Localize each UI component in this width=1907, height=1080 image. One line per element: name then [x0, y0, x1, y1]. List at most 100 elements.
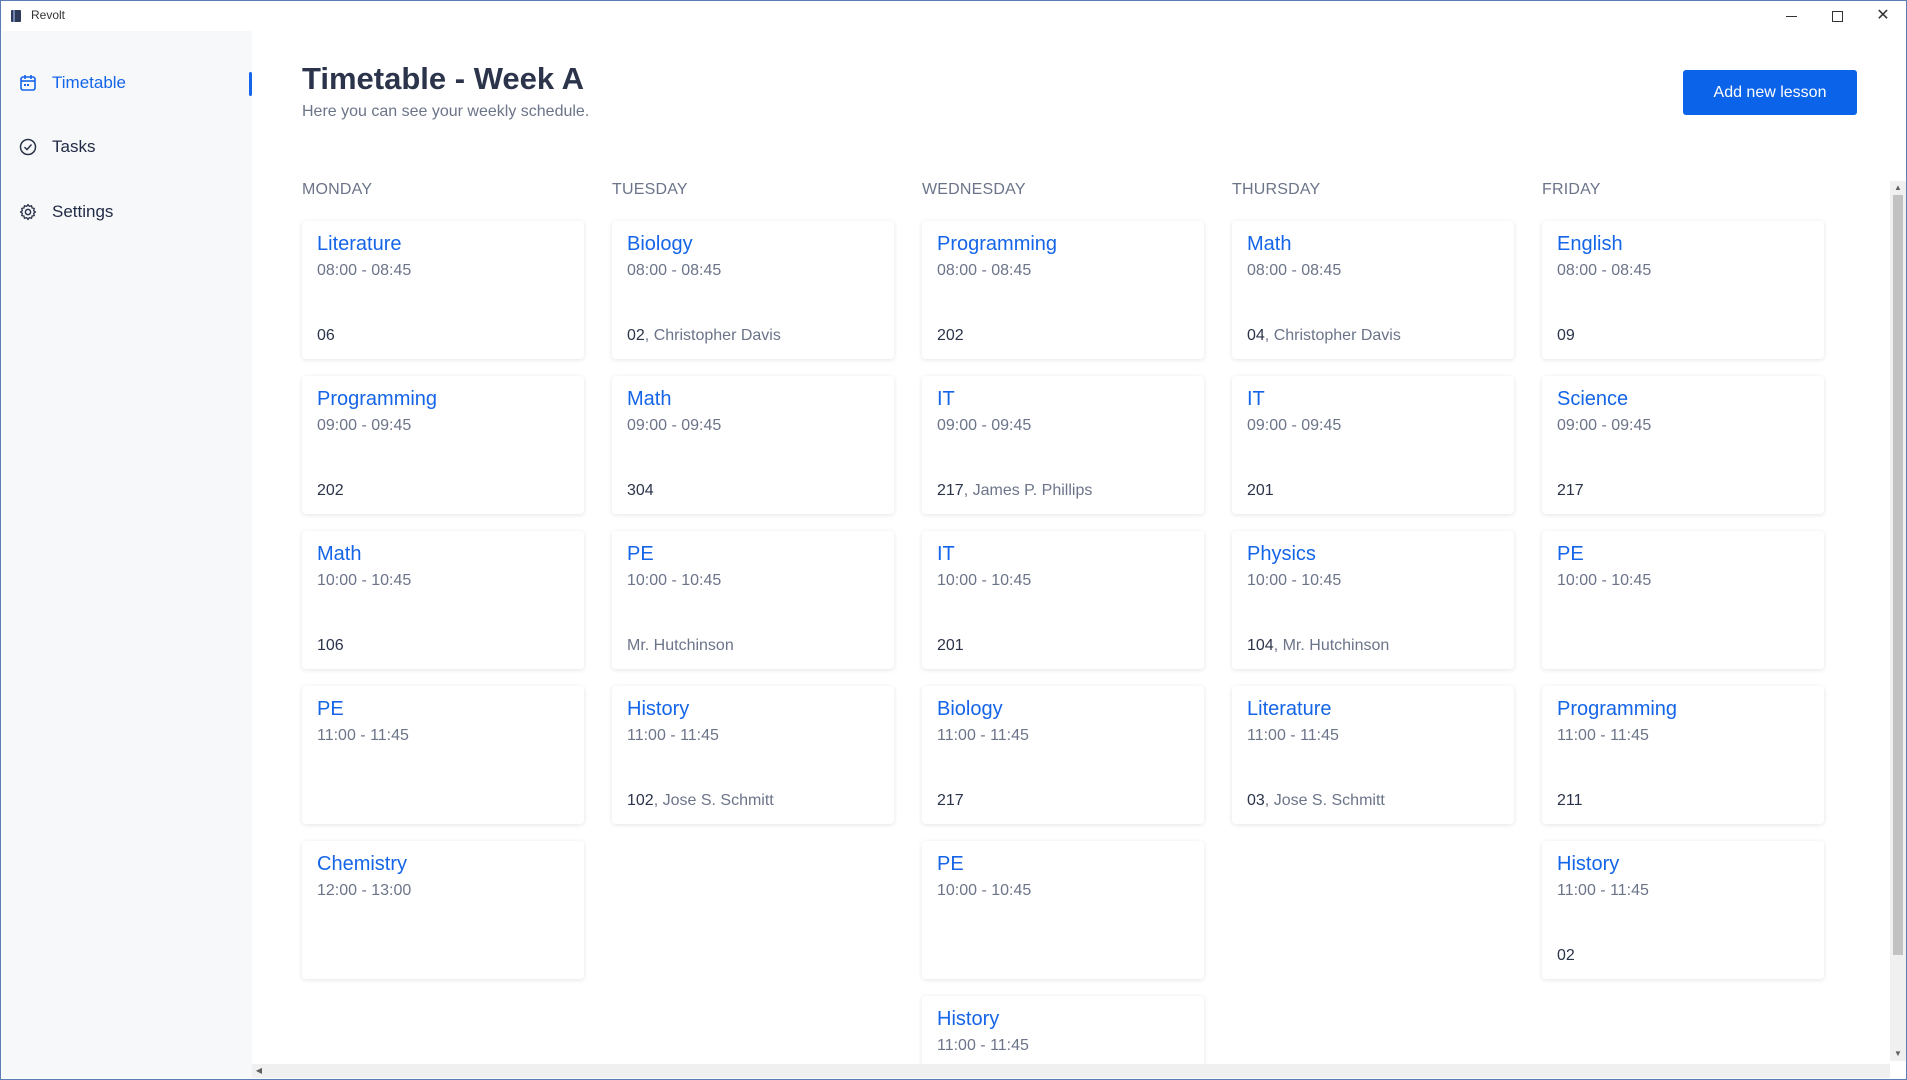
lesson-subject: PE: [627, 543, 654, 565]
lesson-teacher: Mr. Hutchinson: [1282, 637, 1390, 654]
lesson-time: 10:00 - 10:45: [627, 572, 722, 589]
lesson-card[interactable]: Programming 11:00 - 11:45 211: [1542, 686, 1824, 824]
vertical-scrollbar[interactable]: ▲ ▼: [1890, 181, 1906, 1061]
separator: ,: [1264, 792, 1274, 809]
scrollbar-thumb[interactable]: [1893, 195, 1903, 955]
lesson-room: 202: [937, 327, 964, 344]
lesson-time: 10:00 - 10:45: [317, 572, 412, 589]
lesson-room: 104: [1247, 637, 1274, 654]
maximize-button[interactable]: [1814, 1, 1860, 31]
scroll-up-icon[interactable]: ▲: [1890, 181, 1906, 195]
lesson-location: Mr. Hutchinson: [627, 637, 734, 655]
lesson-card[interactable]: Literature 08:00 - 08:45 06: [302, 221, 584, 359]
close-button[interactable]: ✕: [1860, 1, 1906, 31]
maximize-icon: [1831, 10, 1843, 22]
lesson-card[interactable]: Programming 09:00 - 09:45 202: [302, 376, 584, 514]
lesson-location: 09: [1557, 327, 1575, 345]
lesson-location: 04, Christopher Davis: [1247, 327, 1401, 345]
lesson-subject: English: [1557, 233, 1623, 255]
lesson-subject: PE: [317, 698, 344, 720]
lesson-card[interactable]: English 08:00 - 08:45 09: [1542, 221, 1824, 359]
lesson-card[interactable]: Biology 11:00 - 11:45 217: [922, 686, 1204, 824]
lesson-teacher: James P. Phillips: [972, 482, 1093, 499]
horizontal-scrollbar[interactable]: ◀: [252, 1064, 1890, 1078]
lesson-teacher: Mr. Hutchinson: [627, 637, 734, 654]
lesson-time: 08:00 - 08:45: [937, 262, 1032, 279]
title-bar: Revolt ✕: [1, 1, 1906, 31]
lesson-card[interactable]: IT 09:00 - 09:45 201: [1232, 376, 1514, 514]
lesson-location: 211: [1557, 792, 1583, 810]
lesson-room: 02: [1557, 947, 1575, 964]
separator: ,: [963, 482, 973, 499]
day-header: THURSDAY: [1232, 181, 1321, 198]
lesson-time: 09:00 - 09:45: [1247, 417, 1342, 434]
close-icon: ✕: [1876, 7, 1890, 24]
lesson-room: 211: [1557, 792, 1583, 809]
lesson-location: 06: [317, 327, 335, 345]
sidebar-item-tasks[interactable]: Tasks: [2, 127, 252, 167]
add-lesson-button[interactable]: Add new lesson: [1683, 70, 1857, 115]
lesson-card[interactable]: PE 10:00 - 10:45: [1542, 531, 1824, 669]
scroll-left-icon[interactable]: ◀: [252, 1064, 266, 1078]
app-window: Revolt ✕ Timetable Tasks Settings Timeta…: [0, 0, 1907, 1080]
separator: ,: [653, 792, 663, 809]
sidebar-item-timetable[interactable]: Timetable: [2, 63, 252, 103]
lesson-room: 201: [937, 637, 964, 654]
lesson-card[interactable]: Math 08:00 - 08:45 04, Christopher Davis: [1232, 221, 1514, 359]
lesson-subject: PE: [1557, 543, 1584, 565]
lesson-subject: IT: [1247, 388, 1265, 410]
lesson-time: 11:00 - 11:45: [317, 727, 409, 744]
gear-icon: [18, 202, 38, 222]
lesson-card[interactable]: Chemistry 12:00 - 13:00: [302, 841, 584, 979]
lesson-time: 10:00 - 10:45: [1247, 572, 1342, 589]
minimize-button[interactable]: [1768, 1, 1814, 31]
lesson-card[interactable]: Science 09:00 - 09:45 217: [1542, 376, 1824, 514]
lesson-time: 08:00 - 08:45: [627, 262, 722, 279]
lesson-teacher: Jose S. Schmitt: [662, 792, 774, 809]
lesson-teacher: Christopher Davis: [653, 327, 781, 344]
lesson-card[interactable]: PE 10:00 - 10:45: [922, 841, 1204, 979]
lesson-card[interactable]: IT 09:00 - 09:45 217, James P. Phillips: [922, 376, 1204, 514]
lesson-card[interactable]: IT 10:00 - 10:45 201: [922, 531, 1204, 669]
lesson-time: 09:00 - 09:45: [937, 417, 1032, 434]
lesson-room: 03: [1247, 792, 1265, 809]
lesson-card[interactable]: History 11:00 - 11:45 02: [1542, 841, 1824, 979]
sidebar: Timetable Tasks Settings: [2, 31, 252, 1078]
lesson-location: 202: [317, 482, 344, 500]
lesson-location: 217, James P. Phillips: [937, 482, 1092, 500]
lesson-room: 217: [937, 482, 964, 499]
lesson-card[interactable]: Programming 08:00 - 08:45 202: [922, 221, 1204, 359]
lesson-subject: Physics: [1247, 543, 1316, 565]
lesson-location: 304: [627, 482, 654, 500]
lesson-time: 11:00 - 11:45: [937, 1037, 1029, 1054]
lesson-subject: IT: [937, 543, 955, 565]
lesson-time: 10:00 - 10:45: [1557, 572, 1652, 589]
lesson-room: 201: [1247, 482, 1274, 499]
separator: ,: [1273, 637, 1283, 654]
sidebar-item-label: Tasks: [52, 137, 96, 156]
calendar-icon: [18, 73, 38, 93]
lesson-card[interactable]: Math 09:00 - 09:45 304: [612, 376, 894, 514]
lesson-time: 12:00 - 13:00: [317, 882, 412, 899]
lesson-subject: Programming: [317, 388, 438, 410]
lesson-card[interactable]: Literature 11:00 - 11:45 03, Jose S. Schmi…: [1232, 686, 1514, 824]
lesson-card[interactable]: Physics 10:00 - 10:45 104, Mr. Hutchinson: [1232, 531, 1514, 669]
lesson-card[interactable]: Biology 08:00 - 08:45 02, Christopher Davi…: [612, 221, 894, 359]
lesson-card[interactable]: Math 10:00 - 10:45 106: [302, 531, 584, 669]
lesson-card[interactable]: PE 10:00 - 10:45 Mr. Hutchinson: [612, 531, 894, 669]
scroll-down-icon[interactable]: ▼: [1890, 1047, 1906, 1061]
lesson-time: 10:00 - 10:45: [937, 572, 1032, 589]
lesson-teacher: Jose S. Schmitt: [1273, 792, 1385, 809]
page-subtitle: Here you can see your weekly schedule.: [302, 103, 590, 120]
lesson-time: 11:00 - 11:45: [937, 727, 1029, 744]
lesson-card[interactable]: PE 11:00 - 11:45: [302, 686, 584, 824]
main-content: Timetable - Week A Here you can see your…: [252, 31, 1906, 1078]
lesson-card[interactable]: History 11:00 - 11:45 102, Jose S. Schmitt: [612, 686, 894, 824]
sidebar-item-settings[interactable]: Settings: [2, 192, 252, 232]
lesson-subject: History: [937, 1008, 1000, 1030]
lesson-room: 304: [627, 482, 654, 499]
lesson-subject: History: [1557, 853, 1620, 875]
lesson-time: 09:00 - 09:45: [627, 417, 722, 434]
app-logo-icon: [11, 10, 21, 22]
window-title: Revolt: [31, 8, 66, 22]
